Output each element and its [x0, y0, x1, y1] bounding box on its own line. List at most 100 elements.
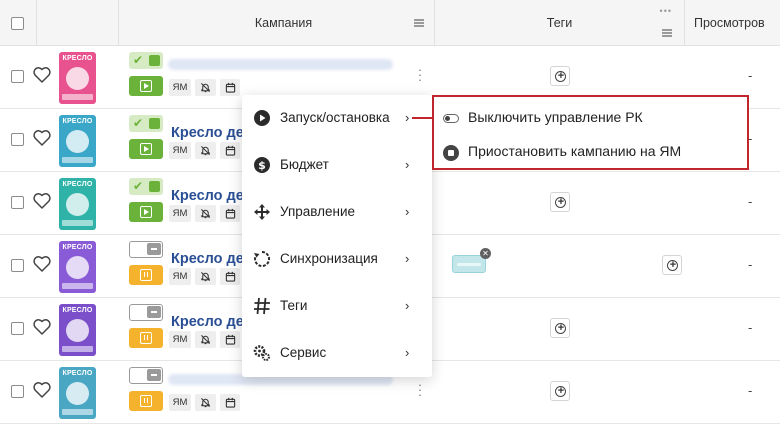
- check-icon: ✔: [133, 179, 144, 193]
- ym-button[interactable]: ЯМ: [169, 268, 191, 285]
- row-more-icon[interactable]: · · ·: [417, 63, 423, 86]
- tag-chip[interactable]: [452, 255, 486, 273]
- chevron-right-icon: ›: [405, 204, 410, 219]
- bell-off-icon[interactable]: [195, 394, 216, 411]
- submenu-item-pause-campaign[interactable]: Приостановить кампанию на ЯМ: [434, 135, 747, 169]
- status-toggle[interactable]: [129, 304, 163, 321]
- calendar-icon[interactable]: [220, 394, 240, 411]
- heart-icon[interactable]: [32, 380, 52, 400]
- row-checkbox[interactable]: [11, 259, 24, 272]
- campaign-thumbnail[interactable]: КРЕСЛО: [59, 178, 96, 230]
- svg-text:$: $: [258, 159, 266, 172]
- menu-item-budget[interactable]: $ Бюджет ›: [242, 142, 432, 189]
- chevron-right-icon: ›: [405, 110, 410, 125]
- header-views-label: Просмотров: [694, 16, 765, 30]
- row-checkbox[interactable]: [11, 196, 24, 209]
- bell-off-icon[interactable]: [195, 331, 216, 348]
- chevron-right-icon: ›: [405, 251, 410, 266]
- play-icon: [140, 143, 152, 155]
- pause-button[interactable]: [129, 391, 163, 411]
- bell-off-icon[interactable]: [195, 142, 216, 159]
- toggle-knob: [149, 55, 160, 66]
- header-campaign[interactable]: Кампания: [119, 0, 435, 46]
- submenu-item-disable-management[interactable]: Выключить управление РК: [434, 101, 747, 135]
- hash-icon: [254, 297, 270, 315]
- calendar-icon[interactable]: [220, 331, 240, 348]
- heart-icon[interactable]: [32, 254, 52, 274]
- column-menu-icon[interactable]: [662, 29, 672, 37]
- status-toggle[interactable]: ✔: [129, 178, 163, 195]
- thumbnail-product: [66, 382, 89, 405]
- ym-button[interactable]: ЯМ: [169, 205, 191, 222]
- calendar-icon[interactable]: [220, 79, 240, 96]
- add-tag-button[interactable]: [662, 255, 683, 275]
- ym-button[interactable]: ЯМ: [169, 79, 191, 96]
- campaign-title[interactable]: Кресло дет: [171, 125, 251, 141]
- header-tags[interactable]: Теги •••: [435, 0, 685, 46]
- campaign-thumbnail[interactable]: КРЕСЛО: [59, 115, 96, 167]
- status-toggle[interactable]: [129, 241, 163, 258]
- menu-item-start-stop[interactable]: Запуск/остановка ›: [242, 95, 432, 142]
- toggle-icon: [443, 114, 459, 123]
- toggle-knob: [147, 369, 161, 381]
- row-checkbox[interactable]: [11, 385, 24, 398]
- menu-item-sync[interactable]: Синхронизация ›: [242, 236, 432, 283]
- pause-button[interactable]: [129, 328, 163, 348]
- campaign-title[interactable]: Кресло дет: [171, 314, 251, 330]
- status-toggle[interactable]: [129, 367, 163, 384]
- move-icon: [254, 204, 270, 220]
- ym-button[interactable]: ЯМ: [169, 394, 191, 411]
- bell-off-icon[interactable]: [195, 268, 216, 285]
- table-header: Кампания Теги ••• Просмотров: [0, 0, 780, 46]
- ym-button[interactable]: ЯМ: [169, 142, 191, 159]
- menu-item-service[interactable]: Сервис ›: [242, 330, 432, 377]
- row-checkbox[interactable]: [11, 322, 24, 335]
- header-campaign-label: Кампания: [254, 16, 313, 30]
- add-tag-button[interactable]: [550, 66, 571, 86]
- play-button[interactable]: [129, 202, 163, 222]
- ym-button[interactable]: ЯМ: [169, 331, 191, 348]
- close-icon[interactable]: ✕: [480, 248, 491, 259]
- campaign-thumbnail[interactable]: КРЕСЛО: [59, 367, 96, 419]
- calendar-icon[interactable]: [220, 142, 240, 159]
- heart-icon[interactable]: [32, 191, 52, 211]
- toggle-knob: [149, 181, 160, 192]
- header-tags-label: Теги: [546, 16, 573, 30]
- play-button[interactable]: [129, 139, 163, 159]
- campaign-thumbnail[interactable]: КРЕСЛО: [59, 241, 96, 293]
- menu-item-label: Запуск/остановка: [280, 110, 390, 125]
- select-all-checkbox[interactable]: [11, 17, 24, 30]
- row-more-icon[interactable]: · · ·: [417, 378, 423, 401]
- pause-button[interactable]: [129, 265, 163, 285]
- heart-icon[interactable]: [32, 128, 52, 148]
- status-toggle[interactable]: ✔: [129, 52, 163, 69]
- play-icon: [140, 80, 152, 92]
- column-menu-icon[interactable]: [414, 19, 424, 27]
- campaign-thumbnail[interactable]: КРЕСЛО: [59, 52, 96, 104]
- status-toggle[interactable]: ✔: [129, 115, 163, 132]
- calendar-icon[interactable]: [220, 205, 240, 222]
- heart-icon[interactable]: [32, 65, 52, 85]
- campaign-title[interactable]: Кресло дет: [171, 188, 251, 204]
- header-views[interactable]: Просмотров: [685, 0, 780, 46]
- bell-off-icon[interactable]: [195, 205, 216, 222]
- add-tag-button[interactable]: [550, 192, 571, 212]
- menu-item-tags[interactable]: Теги ›: [242, 283, 432, 330]
- campaign-thumbnail[interactable]: КРЕСЛО: [59, 304, 96, 356]
- column-more-icon[interactable]: •••: [660, 6, 672, 16]
- gears-icon: [253, 345, 270, 361]
- campaign-title[interactable]: Кресло дет: [171, 251, 251, 267]
- heart-icon[interactable]: [32, 317, 52, 337]
- row-checkbox[interactable]: [11, 133, 24, 146]
- bell-off-icon[interactable]: [195, 79, 216, 96]
- menu-item-management[interactable]: Управление ›: [242, 189, 432, 236]
- thumbnail-strip: [62, 157, 93, 163]
- chevron-right-icon: ›: [405, 157, 410, 172]
- row-checkbox[interactable]: [11, 70, 24, 83]
- add-tag-button[interactable]: [550, 381, 571, 401]
- add-tag-button[interactable]: [550, 318, 571, 338]
- calendar-icon[interactable]: [220, 268, 240, 285]
- play-button[interactable]: [129, 76, 163, 96]
- thumbnail-strip: [62, 283, 93, 289]
- thumbnail-product: [66, 67, 89, 90]
